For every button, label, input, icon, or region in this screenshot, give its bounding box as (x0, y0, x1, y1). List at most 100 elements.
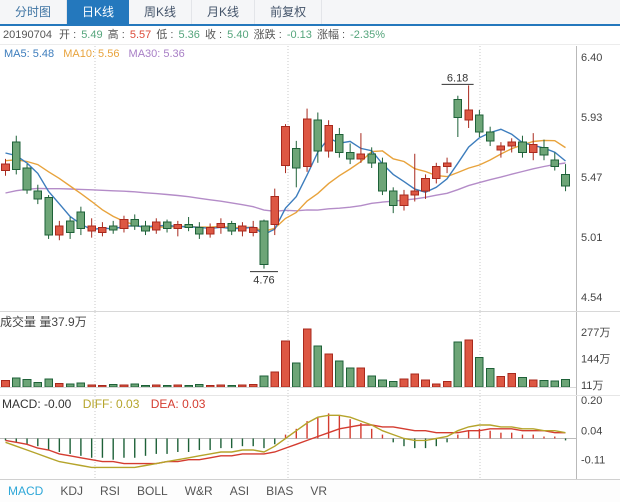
volume-bar (443, 381, 451, 387)
candle (389, 191, 397, 205)
candle (357, 154, 365, 159)
candle (131, 220, 139, 226)
macd-axis-tick: 0.20 (581, 396, 602, 407)
candle (551, 160, 559, 166)
candle (88, 226, 96, 231)
candle (529, 145, 537, 153)
volume-bar (88, 385, 96, 387)
candle (206, 227, 214, 233)
candle (486, 132, 494, 141)
candle (346, 152, 354, 158)
tab-indicator-boll[interactable]: BOLL (137, 484, 168, 498)
candle (540, 147, 548, 155)
volume-bar (465, 340, 473, 387)
volume-bar (389, 381, 397, 387)
candle (314, 120, 322, 151)
volume-bar (239, 385, 247, 387)
candle (2, 164, 10, 170)
candle (196, 227, 204, 233)
tab-forward-adjusted[interactable]: 前复权 (255, 0, 322, 24)
volume-bar (66, 384, 74, 387)
volume-bar (476, 357, 484, 387)
candle (368, 154, 376, 163)
low-value: 5.36 (179, 29, 200, 41)
candle (152, 222, 160, 230)
ma10-label: MA10: 5.56 (63, 48, 119, 60)
volume-bar (142, 385, 150, 387)
ma30-label: MA30: 5.36 (129, 48, 185, 60)
candle (400, 195, 408, 205)
volume-bar (486, 369, 494, 387)
volume-bar (131, 384, 139, 387)
tab-daily-k[interactable]: 日K线 (67, 0, 129, 24)
tab-timeline[interactable]: 分时图 (0, 0, 67, 24)
macd-pane[interactable]: MACD: -0.00 DIFF: 0.03 DEA: 0.03 0.200.0… (0, 395, 620, 479)
candle (411, 191, 419, 195)
tab-indicator-wr[interactable]: W&R (185, 484, 213, 498)
quote-date: 20190704 (3, 29, 52, 41)
volume-bar (529, 380, 537, 387)
price-axis-tick: 5.01 (581, 232, 602, 244)
tab-indicator-kdj[interactable]: KDJ (60, 484, 83, 498)
change-pct-label: 涨幅 : (317, 29, 348, 41)
volume-bar (497, 377, 505, 387)
candle (142, 226, 150, 231)
candle (379, 163, 387, 191)
volume-bar (551, 381, 559, 387)
dea-line (6, 425, 566, 464)
volume-bar (77, 383, 85, 387)
volume-chart[interactable]: 277万144万11万 (0, 312, 620, 395)
candle (497, 146, 505, 150)
candle (228, 223, 236, 231)
close-value: 5.40 (227, 29, 248, 41)
candle (325, 125, 333, 151)
change-pct-value: -2.35% (350, 29, 385, 41)
dea-value-label: DEA: 0.03 (151, 397, 206, 411)
tab-indicator-rsi[interactable]: RSI (100, 484, 120, 498)
change-value: -0.13 (287, 29, 312, 41)
volume-bar (12, 378, 20, 387)
volume-bar (325, 354, 333, 387)
volume-bar (23, 379, 31, 387)
tab-indicator-asi[interactable]: ASI (230, 484, 249, 498)
tab-indicator-bias[interactable]: BIAS (266, 484, 293, 498)
macd-axis-tick: -0.11 (581, 455, 605, 467)
tab-indicator-vr[interactable]: VR (310, 484, 327, 498)
volume-bar (152, 385, 160, 387)
volume-pane[interactable]: 成交量 量37.9万 277万144万11万 (0, 311, 620, 395)
price-axis-tick: 5.47 (581, 172, 602, 184)
volume-bar (303, 329, 311, 387)
candle (443, 163, 451, 167)
volume-bar (174, 385, 182, 387)
tab-indicator-macd[interactable]: MACD (8, 484, 43, 498)
volume-bar (56, 383, 64, 387)
price-chart-pane[interactable]: MA5: 5.48 MA10: 5.56 MA30: 5.36 6.405.93… (0, 46, 620, 311)
candle (56, 226, 64, 235)
open-value: 5.49 (81, 29, 102, 41)
volume-bar (34, 383, 42, 387)
volume-bar (271, 372, 279, 387)
tab-weekly-k[interactable]: 周K线 (129, 0, 192, 24)
volume-bar (109, 385, 117, 387)
volume-bar (454, 342, 462, 387)
stock-chart-app: { "top_tabs": { "items": [ {"label": "分时… (0, 0, 620, 502)
volume-bar (228, 385, 236, 387)
volume-bar (2, 381, 10, 387)
volume-bar (282, 341, 290, 387)
candle (562, 174, 570, 186)
candle (454, 100, 462, 118)
volume-bar (562, 379, 570, 387)
tab-monthly-k[interactable]: 月K线 (192, 0, 255, 24)
price-axis-tick: 5.93 (581, 112, 602, 124)
candle (239, 226, 247, 231)
diff-value-label: DIFF: 0.03 (83, 397, 140, 411)
volume-bar (519, 377, 527, 387)
candle (23, 168, 31, 190)
volume-bar (540, 380, 548, 387)
volume-bar (411, 374, 419, 387)
volume-bar (336, 361, 344, 387)
candle (163, 222, 171, 228)
candlestick-chart[interactable]: 6.405.935.475.014.546.184.76 (0, 46, 620, 311)
volume-bar (99, 385, 107, 387)
volume-bar (120, 385, 128, 387)
